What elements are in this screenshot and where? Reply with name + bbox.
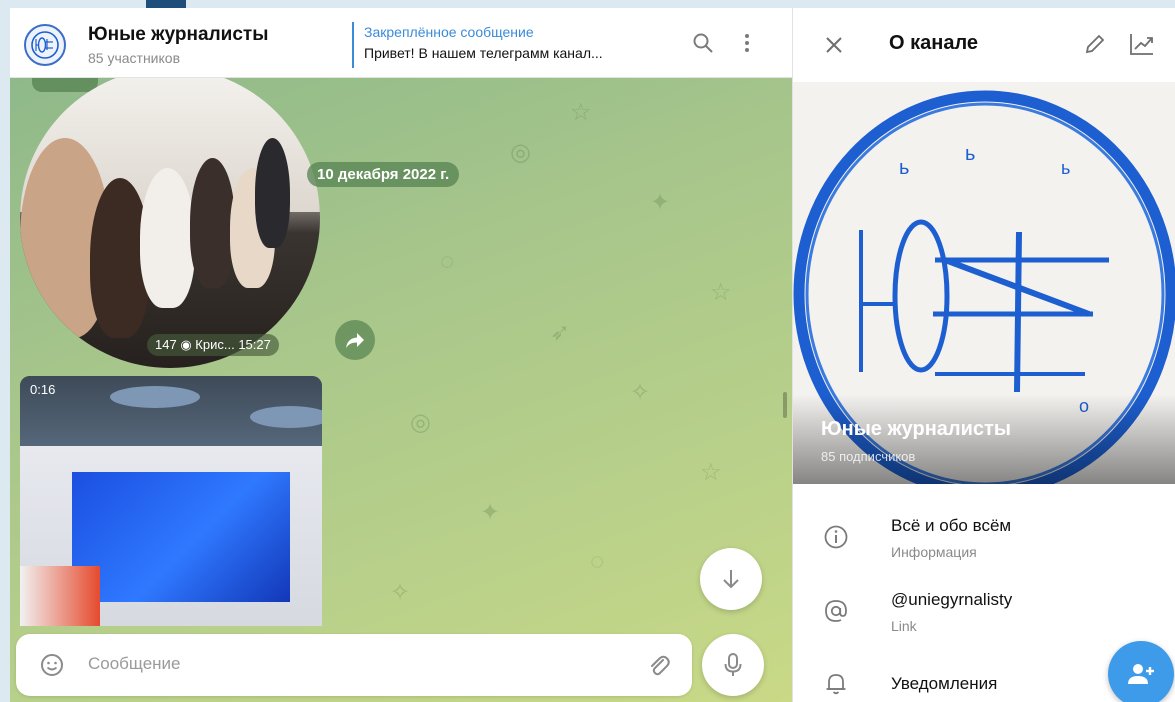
pinned-message-title: Закреплённое сообщение bbox=[364, 24, 534, 40]
doodle-planet-icon: ◌ bbox=[440, 248, 455, 275]
round-video-meta: 147 ◉ Крис... 15:27 bbox=[147, 334, 279, 356]
eye-icon: ◉ bbox=[180, 337, 196, 352]
video-ceiling-light bbox=[250, 406, 322, 428]
statistics-icon[interactable] bbox=[1129, 32, 1155, 56]
chat-header[interactable]: Юные журналисты 85 участников Закреплённ… bbox=[10, 8, 792, 78]
more-vertical-icon[interactable] bbox=[734, 30, 760, 56]
paperclip-icon[interactable] bbox=[646, 652, 670, 678]
doodle-star-icon: ☆ bbox=[710, 279, 732, 306]
telegram-window: Юные журналисты 85 участников Закреплённ… bbox=[10, 8, 1175, 702]
doodle-planet-icon: ◎ bbox=[510, 139, 531, 166]
chat-member-count: 85 участников bbox=[88, 50, 181, 66]
doodle-star-icon: ☆ bbox=[570, 99, 592, 126]
subscriber-count: 85 подписчиков bbox=[821, 449, 916, 464]
info-header: О канале bbox=[793, 8, 1175, 82]
round-video-person bbox=[255, 138, 290, 248]
doodle-planet-icon: ◌ bbox=[590, 548, 605, 575]
info-row-main: Уведомления bbox=[891, 674, 998, 693]
view-count: 147 bbox=[155, 337, 177, 352]
doodle-rocket-icon: ➶ bbox=[550, 319, 571, 346]
round-video-person bbox=[140, 168, 195, 308]
info-icon bbox=[824, 525, 848, 549]
message-time: 15:27 bbox=[238, 337, 271, 352]
message-composer bbox=[16, 634, 692, 696]
chat-title: Юные журналисты bbox=[88, 24, 269, 45]
svg-text:ь: ь bbox=[965, 143, 975, 165]
search-icon[interactable] bbox=[690, 30, 716, 56]
info-title: О канале bbox=[889, 32, 979, 54]
info-row-main: @uniegyrnalisty bbox=[891, 590, 1013, 609]
doodle-star-icon: ☆ bbox=[700, 459, 722, 486]
pinned-message[interactable]: Закреплённое сообщение Привет! В нашем т… bbox=[352, 22, 670, 68]
channel-info-panel: О канале ь ь ь о bbox=[792, 8, 1175, 702]
doodle-star-icon: ✧ bbox=[390, 579, 411, 606]
channel-name: Юные журналисты bbox=[821, 418, 1011, 440]
bell-icon bbox=[826, 674, 846, 695]
message-input[interactable] bbox=[88, 654, 608, 674]
svg-text:ь: ь bbox=[899, 157, 909, 179]
doodle-planet-icon: ◎ bbox=[410, 409, 431, 436]
doodle-star-icon: ✦ bbox=[480, 499, 501, 526]
doodle-star-icon: ✧ bbox=[630, 379, 651, 406]
info-row-description[interactable]: Всё и обо всём Информация bbox=[793, 504, 1175, 574]
add-user-icon[interactable] bbox=[1108, 641, 1174, 702]
pinned-message-text: Привет! В нашем телеграмм канал... bbox=[364, 45, 603, 61]
emoji-icon[interactable] bbox=[40, 653, 64, 677]
share-icon[interactable] bbox=[335, 320, 375, 360]
message-author: Крис... bbox=[195, 337, 235, 352]
video-banner bbox=[20, 566, 100, 626]
chat-scrollbar[interactable] bbox=[783, 392, 787, 418]
close-icon[interactable] bbox=[821, 32, 847, 58]
date-separator: 10 декабря 2022 г. bbox=[307, 162, 460, 187]
video-ceiling-light bbox=[110, 386, 200, 408]
info-row-sub: Link bbox=[891, 618, 917, 634]
round-video-message[interactable] bbox=[20, 68, 320, 368]
doodle-star-icon: ✦ bbox=[650, 189, 671, 216]
video-projector-screen bbox=[72, 472, 290, 602]
video-message[interactable]: 0:16 bbox=[20, 376, 322, 626]
arrow-down-icon[interactable] bbox=[700, 548, 762, 610]
channel-logo-icon bbox=[31, 31, 59, 59]
window-corner-tab bbox=[146, 0, 186, 8]
channel-avatar[interactable] bbox=[24, 24, 66, 66]
video-duration: 0:16 bbox=[30, 382, 56, 397]
microphone-icon[interactable] bbox=[702, 634, 764, 696]
info-row-sub: Информация bbox=[891, 544, 977, 560]
info-row-link[interactable]: @uniegyrnalisty Link bbox=[793, 578, 1175, 648]
at-icon bbox=[825, 600, 847, 622]
info-row-main: Всё и обо всём bbox=[891, 516, 1012, 535]
svg-text:ь: ь bbox=[1061, 158, 1070, 178]
round-video-person bbox=[190, 158, 235, 288]
pencil-icon[interactable] bbox=[1083, 32, 1107, 56]
chat-pane: Юные журналисты 85 участников Закреплённ… bbox=[10, 8, 792, 702]
